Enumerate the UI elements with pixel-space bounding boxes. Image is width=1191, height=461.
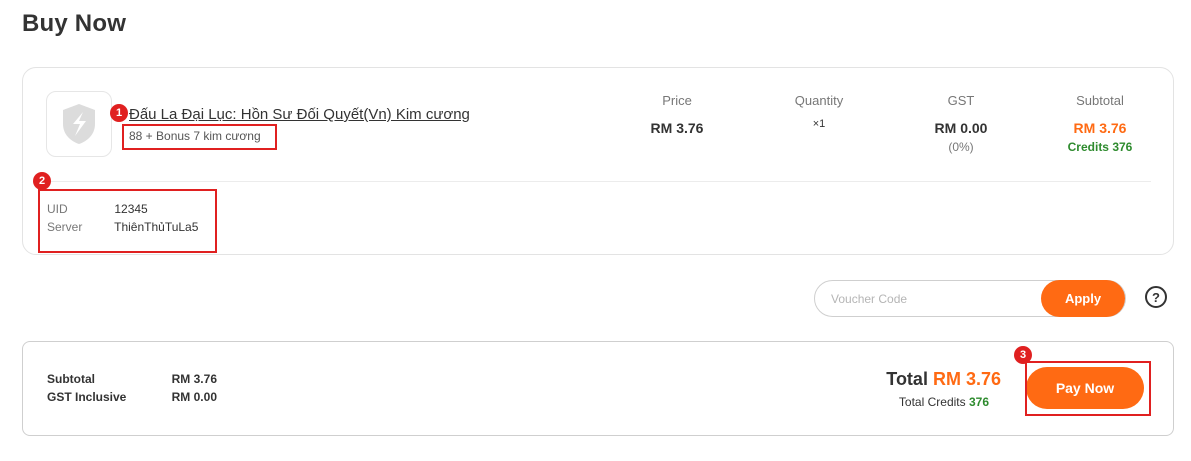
order-summary-card: Subtotal RM 3.76 GST Inclusive RM 0.00 T…: [22, 341, 1174, 436]
total-line: Total RM 3.76: [886, 369, 1001, 390]
subtotal-header: Subtotal: [1076, 93, 1124, 108]
annotation-box-1: [122, 124, 277, 150]
total-credits-label: Total Credits: [898, 395, 966, 409]
product-name-link[interactable]: Đấu La Đại Lục: Hồn Sư Đối Quyết(Vn) Kim…: [129, 106, 470, 123]
subtotal-value: RM 3.76: [1073, 120, 1127, 136]
subtotal-credits: Credits 376: [1067, 140, 1133, 154]
total-credits-value: 376: [968, 395, 989, 409]
price-column: Price RM 3.76: [607, 93, 747, 136]
gst-header: GST: [947, 93, 975, 108]
annotation-badge-3: 3: [1014, 346, 1032, 364]
apply-voucher-button[interactable]: Apply: [1041, 280, 1125, 317]
summary-subtotal-value: RM 3.76: [171, 372, 217, 386]
annotation-box-3: [1025, 361, 1151, 416]
total-credits: Total Credits 376: [899, 395, 989, 409]
product-thumbnail: [46, 91, 112, 157]
annotation-badge-1: 1: [110, 104, 128, 122]
price-header: Price: [662, 93, 692, 108]
voucher-field-group: Apply: [814, 280, 1126, 317]
quantity-value: ×1: [812, 118, 826, 130]
quantity-column: Quantity ×1: [749, 93, 889, 130]
voucher-code-input[interactable]: [831, 281, 1031, 316]
price-value: RM 3.76: [650, 120, 704, 136]
gst-rate: (0%): [948, 140, 974, 154]
annotation-badge-2: 2: [33, 172, 51, 190]
total-label: Total: [886, 369, 928, 389]
game-logo-icon: [63, 104, 95, 144]
quantity-header: Quantity: [794, 93, 844, 108]
total-amount: RM 3.76: [932, 369, 1001, 389]
subtotal-column: Subtotal RM 3.76 Credits 376: [1030, 93, 1170, 154]
annotation-box-2: [38, 189, 217, 253]
summary-gst-value: RM 0.00: [171, 390, 217, 404]
summary-subtotal-label: Subtotal: [47, 372, 95, 386]
page-title: Buy Now: [22, 10, 127, 37]
gst-value: RM 0.00: [934, 120, 988, 136]
card-divider: [45, 181, 1151, 182]
gst-column: GST RM 0.00 (0%): [891, 93, 1031, 154]
question-mark-icon[interactable]: ?: [1145, 286, 1167, 308]
summary-gst-label: GST Inclusive: [47, 390, 127, 404]
